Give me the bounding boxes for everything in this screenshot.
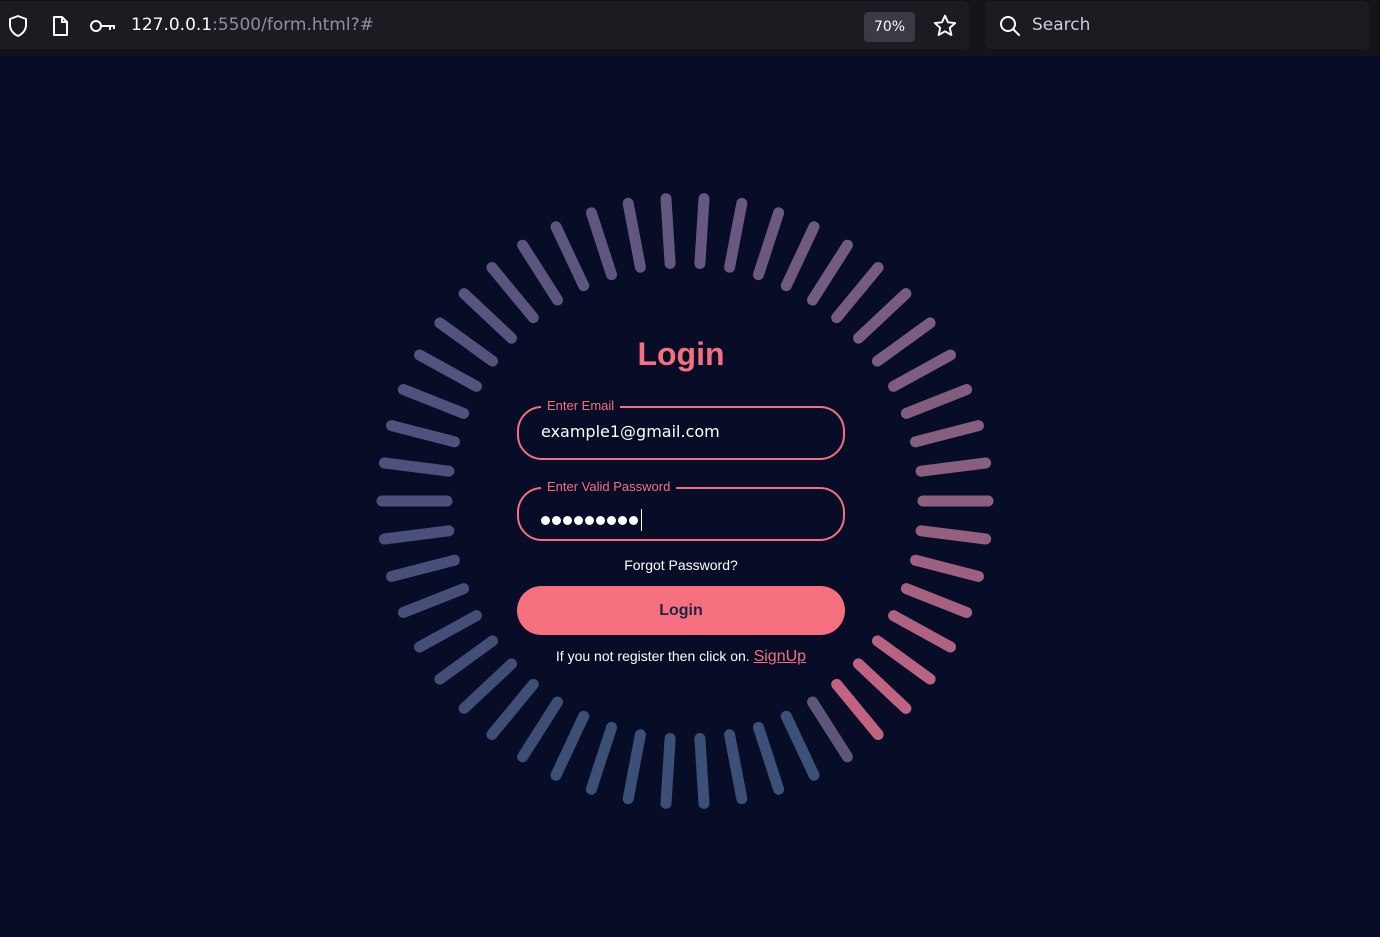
email-label: Enter Email [541,398,621,414]
url-host: 127.0.0.1 [131,15,213,35]
email-value[interactable]: example1@gmail.com [541,422,821,441]
signup-link[interactable]: SignUp [754,648,806,665]
ring-bar [724,197,748,273]
star-icon[interactable] [932,13,958,39]
url-text[interactable]: 127.0.0.1:5500/form.html?# [131,15,374,35]
password-dot [541,515,550,525]
ring-bar [378,525,455,545]
ring-bar [434,317,498,367]
ring-bar [517,696,563,763]
ring-bar [753,721,785,795]
ring-bar [910,554,984,582]
shield-icon[interactable] [5,13,31,39]
ring-bar [780,710,820,781]
ring-bar [753,207,785,281]
ring-bar [831,678,884,740]
ring-bar [694,733,710,809]
password-dot [574,515,583,525]
url-bar[interactable]: 127.0.0.1:5500/form.html?# 70% [0,1,969,49]
email-field[interactable]: Enter Email example1@gmail.com [517,398,845,460]
signup-line: If you not register then click on. SignU… [517,648,845,666]
ring-bar [660,733,676,809]
ring-bar [888,610,956,653]
page-icon[interactable] [47,13,73,39]
search-icon [997,13,1023,39]
ring-bar [386,420,460,448]
ring-bar [900,384,973,419]
signup-prompt: If you not register then click on. [555,648,750,664]
ring-bar [414,349,482,392]
ring-bar [660,193,676,269]
ring-bar [888,349,956,392]
ring-bar [915,457,992,477]
ring-bar [872,635,936,685]
browser-toolbar: 127.0.0.1:5500/form.html?# 70% Search [0,0,1380,56]
ring-bar [378,457,455,477]
password-dot [607,515,616,525]
ring-bar [397,583,470,618]
password-dot [585,515,594,525]
ring-bar [780,221,820,292]
ring-bar [622,197,646,273]
search-placeholder: Search [1032,15,1091,35]
login-title: Login [637,336,725,372]
url-path: :5500/form.html?# [212,15,374,35]
ring-bar [900,583,973,618]
password-dot [552,515,561,525]
ring-bar [486,678,539,740]
ring-bar [831,262,884,324]
ring-bar [458,288,517,344]
ring-bar [550,710,590,781]
password-dot [596,515,605,525]
password-value[interactable] [541,509,642,531]
forgot-password-link[interactable]: Forgot Password? [517,557,845,573]
ring-bar [910,420,984,448]
ring-bar [724,729,748,805]
text-caret [641,509,642,531]
ring-bar [486,262,539,324]
ring-bar [386,554,460,582]
ring-bar [397,384,470,419]
page-content: Login Enter Email example1@gmail.com Ent… [0,56,1380,937]
password-dot [618,515,627,525]
ring-bar [585,721,617,795]
ring-bar [807,239,853,306]
ring-bar [434,635,498,685]
ring-bar [872,317,936,367]
ring-bar [517,239,563,306]
search-bar[interactable]: Search [985,1,1369,49]
password-field[interactable]: Enter Valid Password [517,479,845,541]
password-label: Enter Valid Password [541,479,677,495]
ring-bar [458,658,517,714]
password-dot [563,515,572,525]
key-icon[interactable] [89,13,117,39]
ring-bar [853,658,912,714]
ring-bar [915,525,992,545]
ring-bar [414,610,482,653]
password-dot [629,515,638,525]
ring-bar [550,221,590,292]
ring-bar [853,288,912,344]
ring-bar [807,696,853,763]
login-button[interactable]: Login [517,586,845,635]
zoom-level-button[interactable]: 70% [864,12,915,42]
ring-bar [585,207,617,281]
ring-bar [622,729,646,805]
ring-bar [694,193,710,269]
